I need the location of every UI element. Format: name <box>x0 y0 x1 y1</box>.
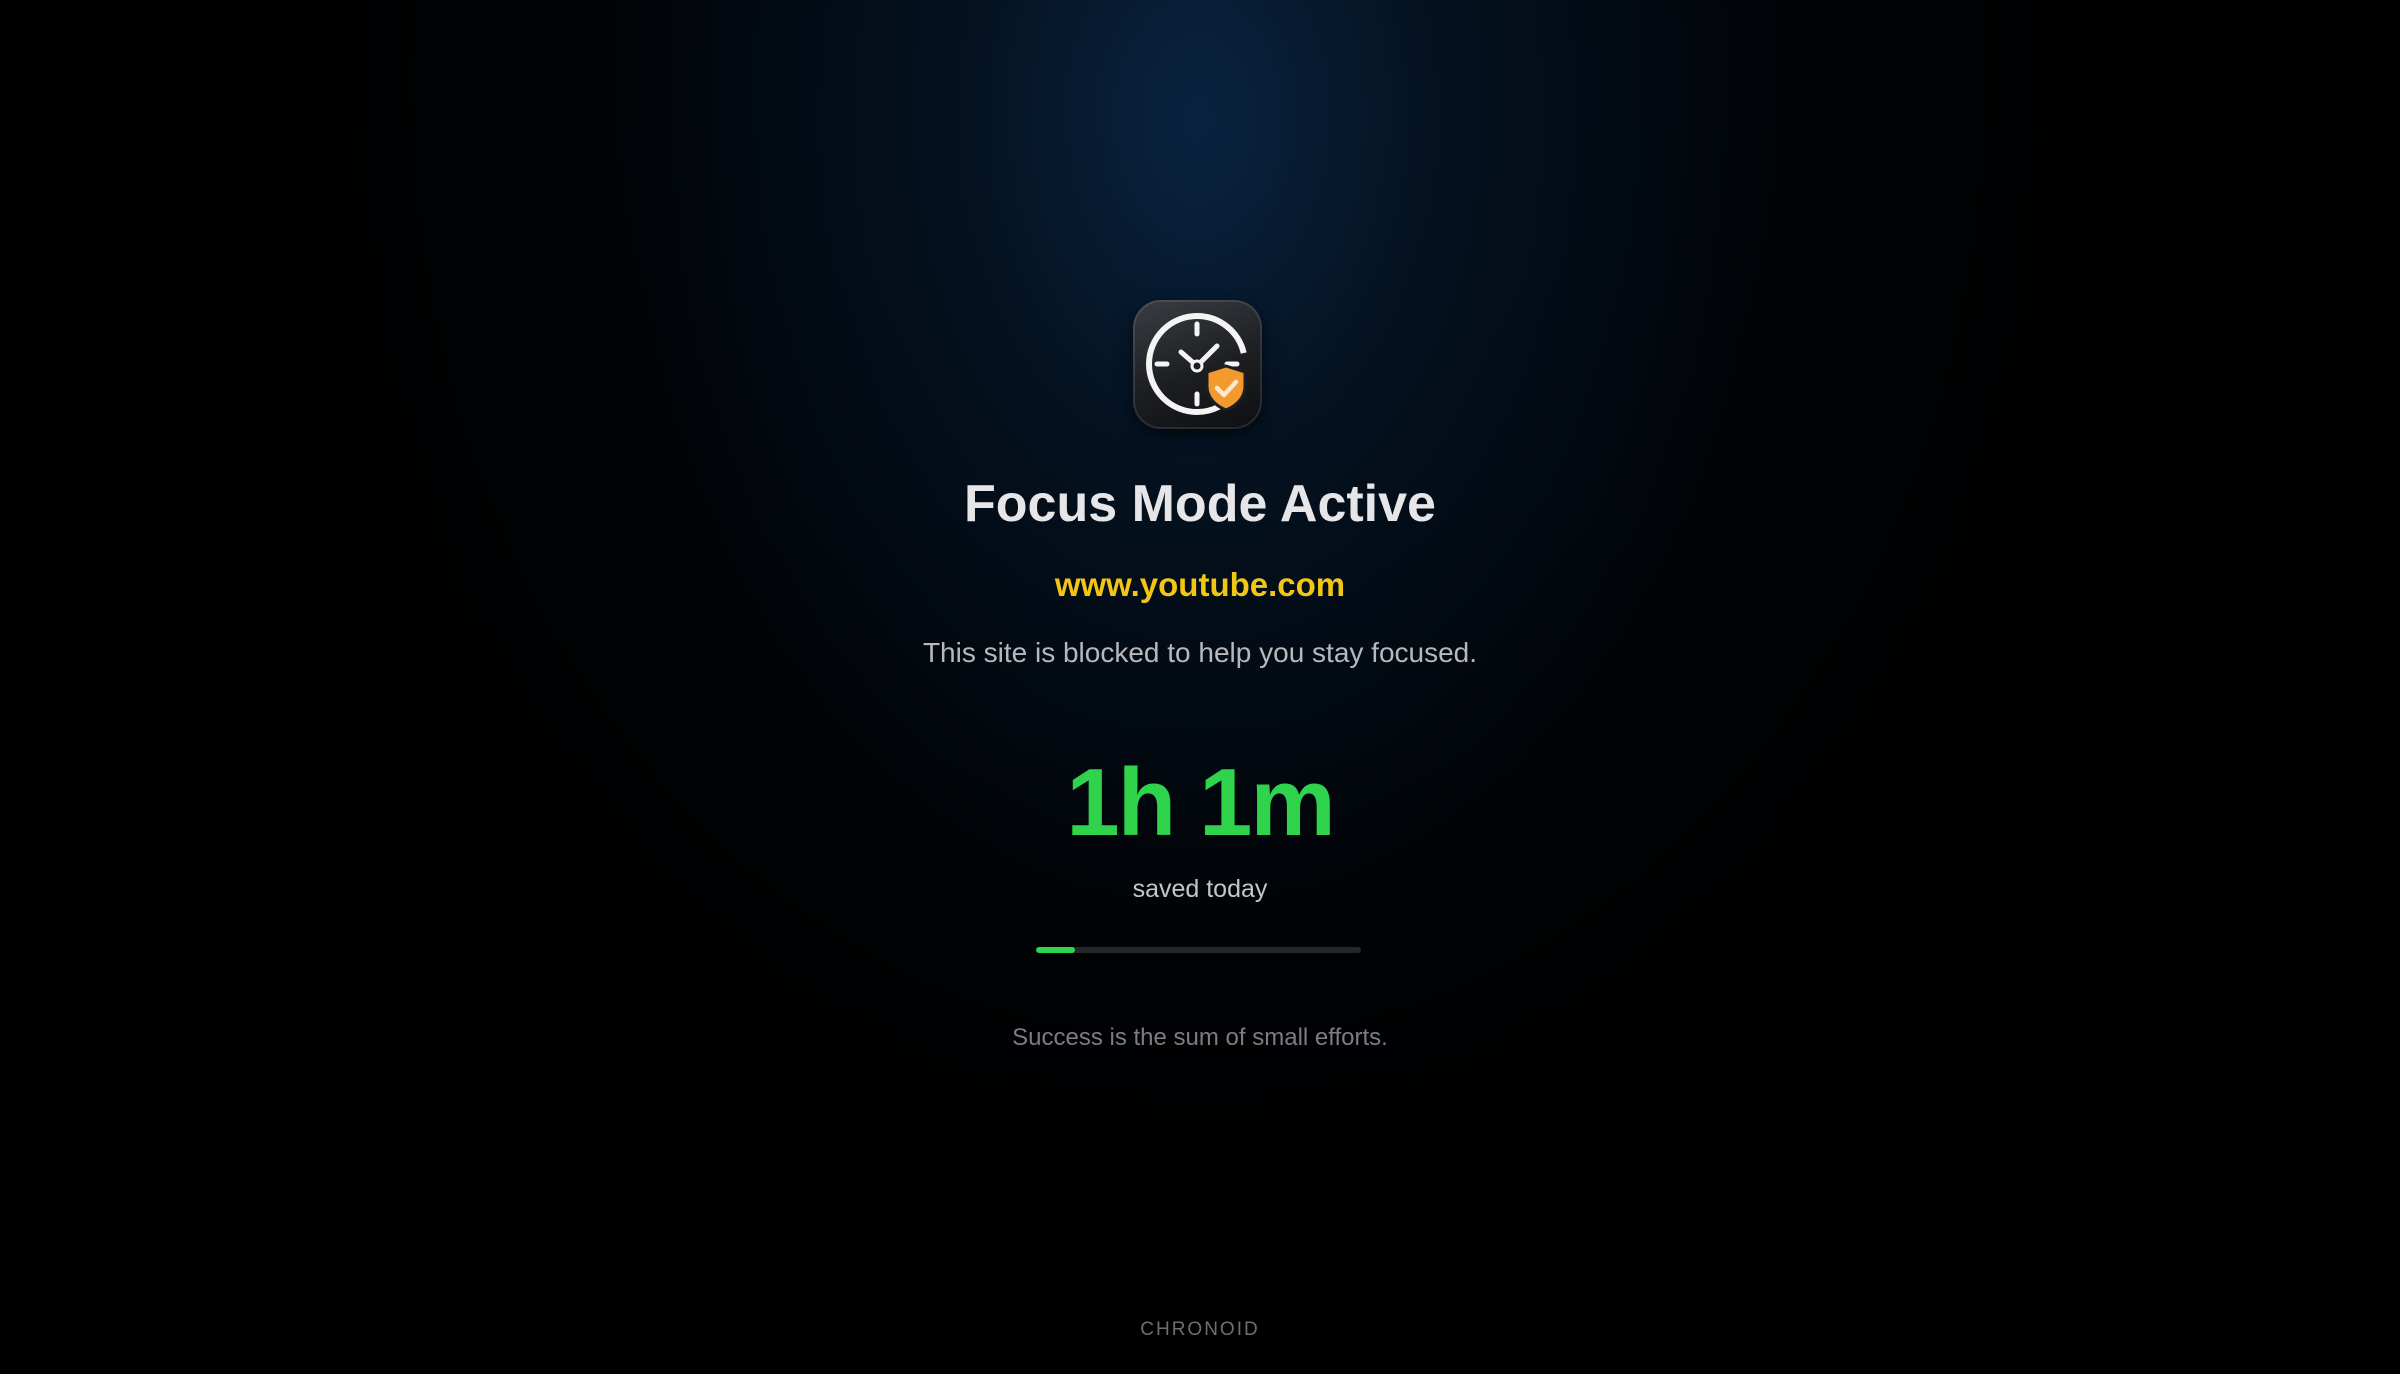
motivational-quote: Success is the sum of small efforts. <box>1012 1024 1388 1051</box>
daily-progress-fill <box>1036 947 1075 953</box>
daily-progress-bar <box>1036 947 1361 953</box>
clock-shield-check-icon <box>1133 300 1262 429</box>
blocked-site-url: www.youtube.com <box>1054 566 1346 603</box>
blocked-message: This site is blocked to help you stay fo… <box>922 637 1478 668</box>
focus-block-page: Focus Mode Active www.youtube.com This s… <box>0 0 2400 1374</box>
brand-footer: CHRONOID <box>1140 1319 1260 1340</box>
time-saved-label: saved today <box>1132 875 1268 903</box>
page-title: Focus Mode Active <box>964 475 1436 533</box>
time-saved-value: 1h 1m <box>1066 749 1335 856</box>
